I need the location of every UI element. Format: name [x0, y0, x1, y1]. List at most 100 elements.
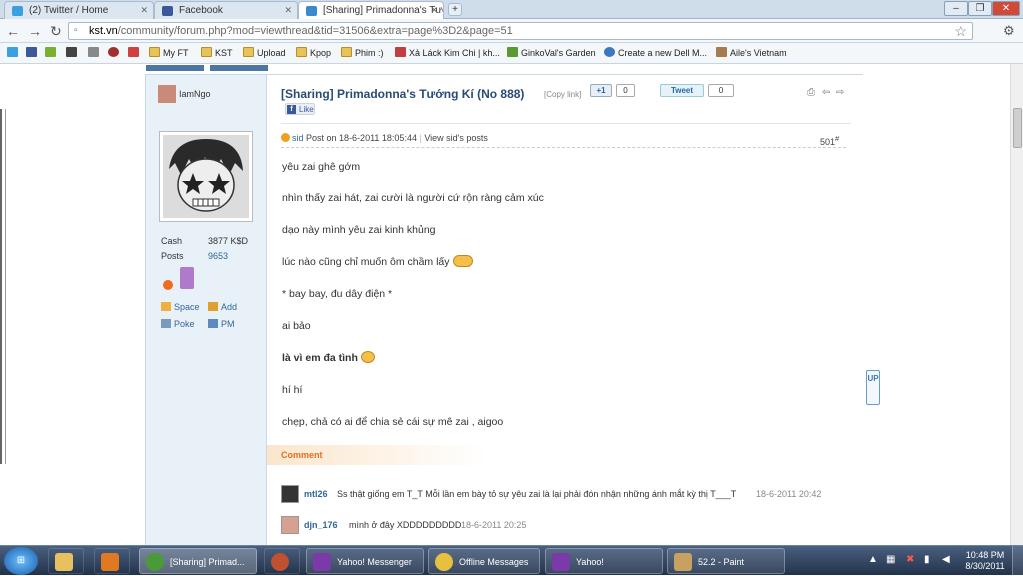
- cash-label: Cash: [161, 236, 183, 246]
- tab-twitter[interactable]: (2) Twitter / Home ✕: [4, 1, 154, 19]
- scrollbar[interactable]: [1010, 64, 1023, 545]
- page-tab[interactable]: [146, 65, 204, 71]
- forward-icon[interactable]: →: [28, 23, 42, 39]
- close-icon[interactable]: ✕: [284, 5, 292, 16]
- new-tab-button[interactable]: +: [448, 3, 462, 16]
- tab-label: Facebook: [179, 5, 223, 16]
- post-line: yêu zai ghê gớm: [282, 161, 361, 173]
- medal-icon: [180, 267, 194, 289]
- warning-icon[interactable]: ✖: [906, 554, 914, 565]
- folder-icon: [55, 553, 73, 571]
- google-plus-one-button[interactable]: +1: [590, 84, 612, 97]
- add-friend-icon: [208, 302, 218, 311]
- bookmark-icon[interactable]: [7, 47, 21, 58]
- bookmark-folder-my-ft[interactable]: My FT: [149, 47, 189, 58]
- posts-value[interactable]: 9653: [208, 251, 228, 261]
- page-tab[interactable]: [210, 65, 268, 71]
- avatar[interactable]: [159, 131, 253, 222]
- bookmark-icon[interactable]: [26, 47, 40, 58]
- address-bar[interactable]: ▫ kst.vn/community/forum.php?mod=viewthre…: [68, 22, 973, 40]
- poke-icon: [161, 319, 171, 328]
- comment-author[interactable]: djn_176: [304, 520, 338, 530]
- tweet-count: 0: [708, 84, 734, 97]
- post-number[interactable]: 501#: [820, 134, 839, 147]
- bookmark-folder-kst[interactable]: KST: [201, 47, 233, 58]
- post-content: [Sharing] Primadonna's Tướng Kí (No 888)…: [267, 75, 863, 545]
- next-thread-icon[interactable]: ⇨: [836, 87, 844, 98]
- view-author-posts-link[interactable]: View sid's posts: [424, 133, 488, 143]
- author-sidebar: IamNgo Cash 3877 K$D Posts 9653 Space Ad…: [146, 75, 267, 545]
- previous-thread-icon[interactable]: ⇦: [822, 87, 830, 98]
- bookmark-ailes-vietnam[interactable]: Aile's Vietnam: [716, 47, 787, 58]
- mail-icon: [208, 319, 218, 328]
- system-tray: ▲ ▦ ✖ ▮ ◀: [862, 552, 962, 570]
- divider: [281, 147, 846, 148]
- comment-text: Ss thật giống em T_T Mỗi lần em bày tỏ s…: [337, 489, 737, 499]
- close-window-button[interactable]: ✕: [992, 1, 1020, 16]
- show-desktop-button[interactable]: [1012, 546, 1023, 576]
- author-name[interactable]: IamNgo: [179, 89, 211, 99]
- bookmark-folder-upload[interactable]: Upload: [243, 47, 286, 58]
- app-taskbar-button[interactable]: [94, 548, 130, 574]
- signal-icon[interactable]: ▮: [924, 554, 930, 565]
- close-icon[interactable]: ✕: [430, 5, 438, 16]
- scrollbar-thumb[interactable]: [1013, 108, 1022, 148]
- close-icon[interactable]: ✕: [140, 5, 148, 16]
- explorer-taskbar-button[interactable]: [48, 548, 84, 574]
- poke-link[interactable]: Poke: [161, 319, 195, 329]
- show-hidden-icons-icon[interactable]: ▲: [868, 554, 878, 565]
- post-line: nhìn thấy zai hát, zai cười là người cứ …: [282, 192, 544, 204]
- chrome-taskbar-button[interactable]: [Sharing] Primad...: [139, 548, 257, 574]
- back-icon[interactable]: ←: [6, 23, 20, 39]
- star-icon[interactable]: ☆: [954, 23, 967, 40]
- tab-facebook[interactable]: Facebook ✕: [154, 1, 298, 19]
- print-icon[interactable]: ⎙: [807, 87, 815, 98]
- reload-icon[interactable]: ↻: [50, 23, 62, 40]
- bookmark-icon[interactable]: [88, 47, 102, 58]
- scroll-to-top-button[interactable]: UP: [866, 370, 880, 405]
- paint-icon: [674, 553, 692, 571]
- bookmark-icon[interactable]: [66, 47, 80, 58]
- restore-button[interactable]: ❐: [968, 1, 992, 16]
- clock[interactable]: 10:48 PM 8/30/2011: [965, 550, 1005, 572]
- avatar[interactable]: [158, 85, 176, 103]
- space-link[interactable]: Space: [161, 302, 200, 312]
- start-button[interactable]: ⊞: [4, 547, 38, 575]
- facebook-like-button[interactable]: f Like: [285, 103, 315, 115]
- bookmark-ginkoval[interactable]: GinkoVal's Garden: [507, 47, 596, 58]
- divider: [281, 123, 851, 124]
- tab-label: [Sharing] Primadonna's Tươ: [323, 5, 444, 16]
- yahoo-icon: [552, 553, 570, 571]
- bookmark-folder-phim[interactable]: Phim :): [341, 47, 384, 58]
- wrench-icon[interactable]: ⚙: [1003, 23, 1015, 39]
- bookmark-icon[interactable]: [45, 47, 59, 58]
- avatar[interactable]: [281, 485, 299, 503]
- bookmark-folder-kpop[interactable]: Kpop: [296, 47, 331, 58]
- bookmark-xa-lack[interactable]: Xả Láck Kim Chi | kh...: [395, 47, 500, 58]
- forum-icon: [306, 6, 317, 16]
- pm-link[interactable]: PM: [208, 319, 235, 329]
- bookmark-icon[interactable]: [128, 47, 142, 58]
- comment-time: 18-6-2011 20:42: [756, 489, 822, 499]
- app-icon: [101, 553, 119, 571]
- offline-messages-taskbar-button[interactable]: Offline Messages: [428, 548, 540, 574]
- paint-taskbar-button[interactable]: 52.2 - Paint: [667, 548, 785, 574]
- avatar[interactable]: [281, 516, 299, 534]
- meta-author[interactable]: sid: [292, 133, 304, 143]
- minimize-button[interactable]: –: [944, 1, 968, 16]
- yahoo-taskbar-button[interactable]: Yahoo!: [545, 548, 663, 574]
- yahoo-icon: [313, 553, 331, 571]
- copy-link[interactable]: [Copy link]: [544, 90, 581, 99]
- volume-icon[interactable]: ◀: [942, 554, 950, 565]
- bookmark-dell[interactable]: Create a new Dell M...: [604, 47, 707, 58]
- tab-forum[interactable]: [Sharing] Primadonna's Tươ ✕: [298, 1, 444, 20]
- add-friend-link[interactable]: Add: [208, 302, 237, 312]
- yahoo-messenger-taskbar-button[interactable]: Yahoo! Messenger: [306, 548, 424, 574]
- folder-icon: [201, 47, 212, 57]
- bookmark-icon[interactable]: [108, 47, 122, 58]
- tweet-button[interactable]: Tweet: [660, 84, 704, 97]
- comment-author[interactable]: mtl26: [304, 489, 328, 499]
- network-icon[interactable]: ▦: [886, 554, 895, 565]
- post-line: dạo này mình yêu zai kinh khủng: [282, 224, 436, 236]
- media-taskbar-button[interactable]: [264, 548, 300, 574]
